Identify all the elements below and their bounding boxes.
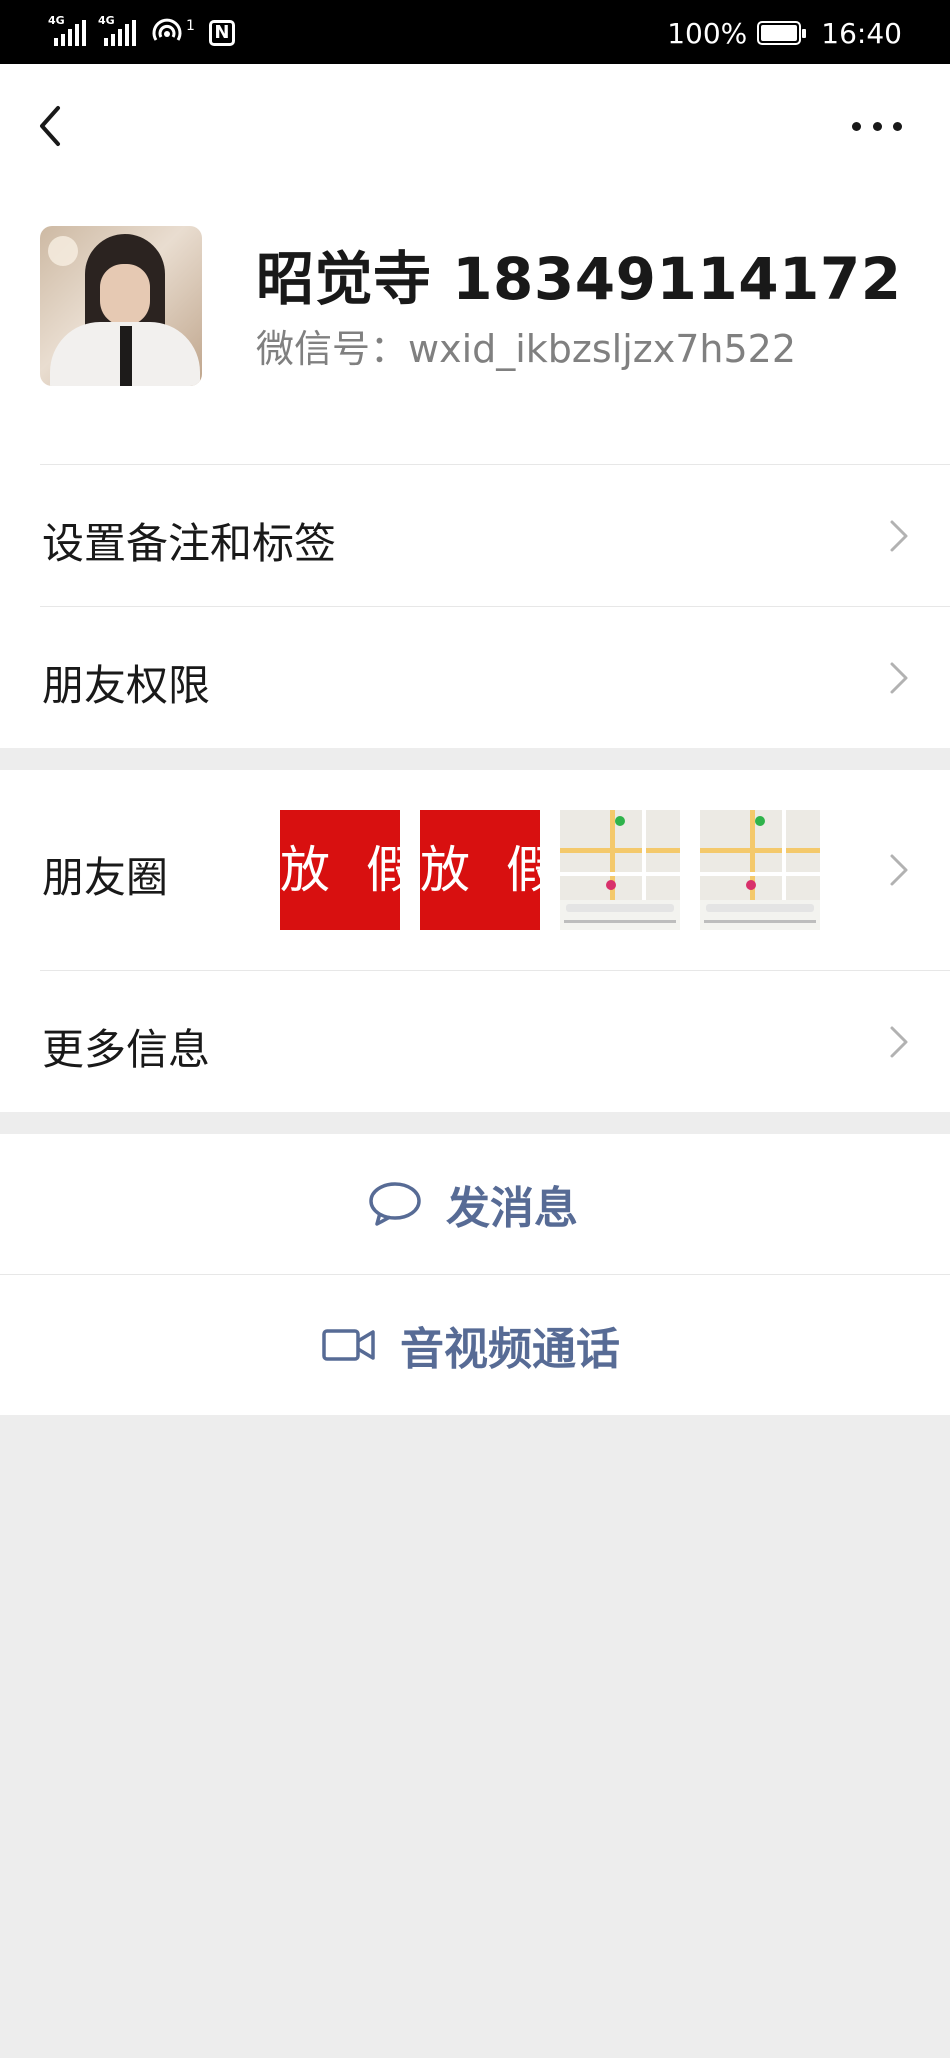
moments-thumb-map [700, 810, 820, 930]
battery-icon [757, 21, 807, 45]
clock: 16:40 [821, 16, 902, 50]
moments-thumbnails[interactable]: 放 假 放 假 [280, 810, 820, 930]
divider [40, 464, 950, 465]
more-info-row[interactable]: 更多信息 [0, 972, 950, 1112]
send-message-label: 发消息 [446, 1183, 578, 1234]
cellular-signal-icon-2: 4G [98, 14, 136, 46]
friend-permissions-row[interactable]: 朋友权限 [0, 608, 950, 748]
send-message-button[interactable]: 发消息 [0, 1134, 950, 1274]
status-left: 4G 4G 1 N [48, 14, 235, 50]
chevron-right-icon [890, 520, 908, 552]
battery-percent: 100% [667, 16, 748, 50]
remark-tags-label: 设置备注和标签 [42, 519, 337, 568]
remark-tags-row[interactable]: 设置备注和标签 [0, 466, 950, 606]
chat-bubble-icon [369, 1182, 421, 1226]
moments-thumb-map [560, 810, 680, 930]
nfc-icon: N [208, 20, 235, 46]
divider [40, 606, 950, 607]
moments-thumb: 放 假 [420, 810, 540, 930]
cellular-signal-icon: 4G [48, 14, 86, 46]
more-options-icon[interactable] [852, 108, 902, 144]
friend-permissions-label: 朋友权限 [42, 661, 211, 710]
moments-thumb: 放 假 [280, 810, 400, 930]
profile-name: 昭觉寺 18349114172 [256, 245, 902, 313]
more-info-label: 更多信息 [42, 1025, 211, 1074]
chevron-right-icon [890, 662, 908, 694]
chevron-right-icon [890, 1026, 908, 1058]
divider [40, 970, 950, 971]
chevron-right-icon [890, 854, 908, 886]
avatar[interactable] [40, 226, 202, 386]
moments-label: 朋友圈 [42, 853, 169, 902]
hotspot-icon [152, 18, 182, 41]
back-icon[interactable] [30, 96, 70, 156]
video-call-label: 音视频通话 [400, 1324, 620, 1375]
video-camera-icon [322, 1329, 375, 1361]
hotspot-count: 1 [186, 18, 195, 34]
wechat-id: 微信号：wxid_ikbzsljzx7h522 [256, 327, 797, 371]
video-call-button[interactable]: 音视频通话 [0, 1275, 950, 1415]
status-right: 100% 16:40 [667, 16, 902, 50]
status-bar: 4G 4G 1 N 100% 16:40 [0, 0, 950, 64]
